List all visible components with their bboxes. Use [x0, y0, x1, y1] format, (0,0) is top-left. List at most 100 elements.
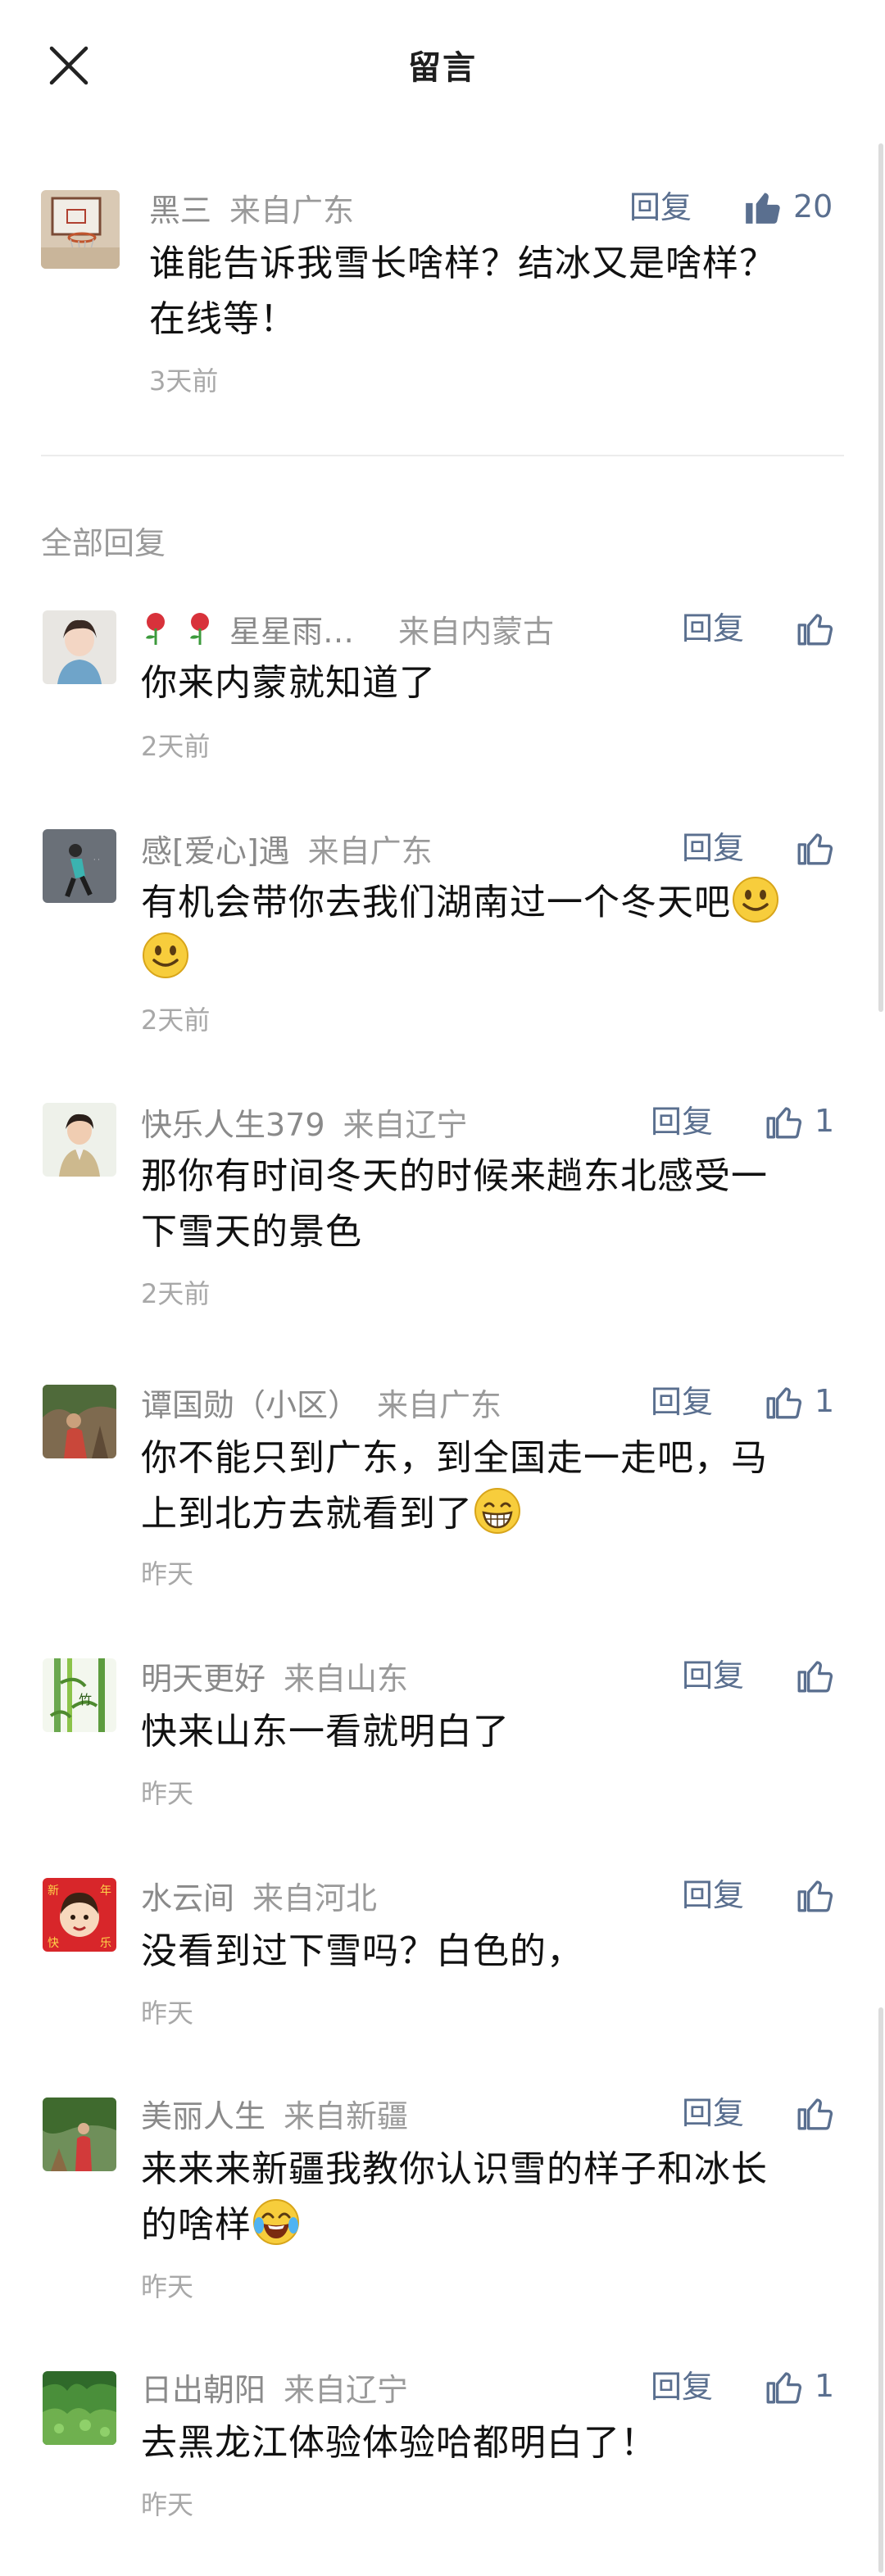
like-button[interactable]	[795, 1871, 846, 1917]
like-button[interactable]	[795, 824, 846, 870]
laugh-cry-emoji-icon	[253, 2199, 299, 2245]
comment-text-line: 有机会带你去我们湖南过一个冬天吧	[141, 875, 862, 931]
author-location: 来自广东	[307, 832, 433, 869]
like-count: 20	[793, 188, 833, 224]
author-location: 来自辽宁	[343, 1106, 468, 1143]
avatar[interactable]: · ·	[43, 829, 116, 903]
like-count: 1	[815, 1103, 835, 1139]
like-button[interactable]: 1	[764, 1378, 834, 1424]
comment-text: 有机会带你去我们湖南过一个冬天吧	[141, 875, 862, 986]
header-bar: 留言	[0, 0, 885, 131]
author-line: 谭国勋（小区） 来自广东	[141, 1380, 502, 1425]
author-line: 感[爱心]遇 来自广东	[141, 826, 433, 871]
author-name[interactable]: 美丽人生	[141, 2091, 266, 2136]
author-name[interactable]: 快乐人生379	[141, 1100, 325, 1145]
avatar[interactable]: 新 年 快 乐	[43, 1878, 116, 1952]
reply-button[interactable]: 回复	[682, 2093, 744, 2134]
reply-button[interactable]: 回复	[682, 828, 744, 868]
avatar[interactable]	[43, 2371, 116, 2445]
comment-text: 谁能告诉我雪长啥样？结冰又是啥样？ 在线等！	[149, 236, 854, 347]
comment-text-line: 去黑龙江体验体验哈都明白了！	[141, 2422, 657, 2464]
author-name[interactable]: 黑三	[149, 185, 211, 230]
author-location: 来自河北	[252, 1880, 378, 1916]
comment-text-line: 你来内蒙就知道了	[141, 662, 436, 704]
svg-text:快: 快	[48, 1937, 59, 1950]
author-name[interactable]: 明天更好	[141, 1653, 266, 1698]
author-location: 来自广东	[377, 1386, 502, 1423]
reply-button[interactable]: 回复	[651, 1101, 713, 1142]
reply-button[interactable]: 回复	[651, 1381, 713, 1422]
comment-text-line	[141, 931, 862, 986]
avatar[interactable]	[41, 190, 120, 269]
scrollbar-track-bottom[interactable]	[878, 2007, 883, 2573]
comment-text-line: 那你有时间冬天的时候来趟东北感受一	[141, 1155, 768, 1197]
rose-emoji-icon	[190, 613, 209, 645]
page-title: 留言	[408, 49, 477, 87]
avatar[interactable]	[43, 1103, 116, 1177]
author-name[interactable]: 星星雨…	[229, 606, 354, 651]
thumbs-up-outline-icon	[797, 2098, 833, 2130]
smile-emoji-icon	[733, 877, 778, 923]
svg-text:新: 新	[48, 1884, 59, 1898]
author-name[interactable]: 谭国勋（小区）	[141, 1380, 359, 1425]
avatar[interactable]	[43, 2098, 116, 2171]
author-line: 星星雨… 来自内蒙古	[141, 606, 554, 651]
comment-text-line: 下雪天的景色	[141, 1211, 362, 1253]
svg-text:乐: 乐	[100, 1937, 111, 1950]
avatar[interactable]	[43, 1385, 116, 1458]
like-button[interactable]: 1	[764, 2363, 834, 2409]
comment-text: 你来内蒙就知道了	[141, 655, 846, 711]
thumbs-up-outline-icon	[797, 614, 833, 646]
like-button[interactable]	[795, 2089, 846, 2135]
comment-text: 来来来新疆我教你认识雪的样子和冰长 的啥样	[141, 2142, 862, 2253]
comment-text: 去黑龙江体验体验哈都明白了！	[141, 2415, 846, 2471]
comment-text: 你不能只到广东，到全国走一走吧，马 上到北方去就看到了	[141, 1431, 862, 1542]
comment-text-line: 上到北方去就看到了	[141, 1486, 862, 1542]
like-button[interactable]	[795, 1652, 846, 1698]
divider	[41, 455, 844, 456]
like-button[interactable]	[795, 605, 846, 651]
author-line: 黑三 来自广东	[149, 185, 355, 230]
like-button[interactable]: 20	[742, 184, 833, 229]
author-line: 明天更好 来自山东	[141, 1653, 408, 1698]
avatar[interactable]	[43, 610, 116, 684]
grin-emoji-icon	[474, 1488, 520, 1534]
timestamp: 2天前	[141, 1005, 211, 1036]
author-name[interactable]: 水云间	[141, 1873, 234, 1918]
comment-text-line: 快来山东一看就明白了	[141, 1711, 510, 1753]
author-name[interactable]: 感[爱心]遇	[141, 826, 290, 871]
thumbs-up-outline-icon	[766, 1107, 802, 1139]
thumbs-up-outline-icon	[766, 2372, 802, 2404]
timestamp: 昨天	[141, 2489, 194, 2520]
comment-text-line: 的啥样	[141, 2197, 862, 2253]
author-location: 来自广东	[229, 192, 355, 229]
reply-button[interactable]: 回复	[651, 2366, 713, 2407]
timestamp: 昨天	[141, 2271, 194, 2302]
author-line: 日出朝阳 来自辽宁	[141, 2365, 408, 2410]
scrollbar-track-top[interactable]	[878, 143, 883, 1012]
reply-button[interactable]: 回复	[682, 1655, 744, 1696]
like-button[interactable]: 1	[764, 1098, 834, 1144]
svg-text:年: 年	[100, 1884, 111, 1898]
like-count: 1	[815, 1383, 835, 1419]
smile-emoji-icon	[143, 932, 188, 978]
avatar[interactable]: 竹	[43, 1658, 116, 1732]
author-name[interactable]: 日出朝阳	[141, 2365, 266, 2410]
like-count: 1	[815, 2368, 835, 2404]
comment-text-line: 在线等！	[149, 298, 297, 340]
comment-text: 那你有时间冬天的时候来趟东北感受一 下雪天的景色	[141, 1149, 862, 1260]
section-title: 全部回复	[41, 525, 166, 561]
timestamp: 3天前	[149, 365, 219, 397]
comment-text-line: 来来来新疆我教你认识雪的样子和冰长	[141, 2148, 768, 2190]
comment-text: 没看到过下雪吗？白色的，	[141, 1924, 846, 1980]
author-line: 美丽人生 来自新疆	[141, 2093, 408, 2134]
reply-button[interactable]: 回复	[682, 608, 744, 649]
author-location: 来自新疆	[284, 2098, 409, 2134]
timestamp: 昨天	[141, 1558, 194, 1590]
comment-text: 快来山东一看就明白了	[141, 1704, 846, 1760]
reply-button[interactable]: 回复	[682, 1875, 744, 1916]
reply-button[interactable]: 回复	[629, 187, 692, 228]
svg-text:竹: 竹	[79, 1692, 92, 1708]
comment-text-line: 谁能告诉我雪长啥样？结冰又是啥样？	[149, 243, 776, 284]
thumbs-up-outline-icon	[797, 833, 833, 865]
